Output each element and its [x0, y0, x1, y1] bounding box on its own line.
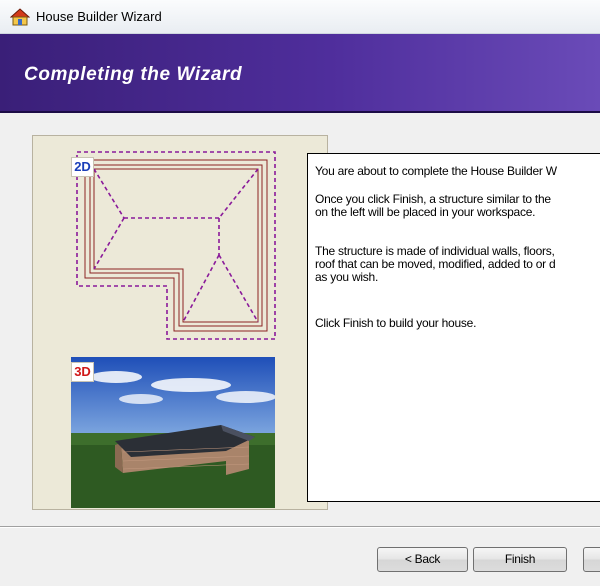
2d-badge: 2D [71, 157, 94, 177]
back-button[interactable]: < Back [377, 547, 468, 572]
cancel-button[interactable] [583, 547, 600, 572]
banner-title: Completing the Wizard [24, 64, 243, 85]
wizard-banner: Completing the Wizard [0, 34, 600, 113]
footer-separator [0, 526, 600, 528]
floor-plan-2d-diagram [76, 151, 276, 340]
description-panel: You are about to complete the House Buil… [307, 153, 600, 502]
3d-badge: 3D [71, 362, 94, 382]
preview-panel: 2D 3D [32, 135, 328, 510]
title-bar: House Builder Wizard [0, 0, 600, 34]
structure-paragraph: The structure is made of individual wall… [315, 244, 556, 284]
build-paragraph: Click Finish to build your house. [315, 316, 477, 330]
house-app-icon [10, 8, 30, 26]
house-3d-render [71, 357, 275, 508]
intro-paragraph: You are about to complete the House Buil… [315, 164, 557, 178]
finish-button[interactable]: Finish [473, 547, 567, 572]
finish-paragraph: Once you click Finish, a structure simil… [315, 192, 551, 219]
window-title: House Builder Wizard [36, 9, 162, 24]
